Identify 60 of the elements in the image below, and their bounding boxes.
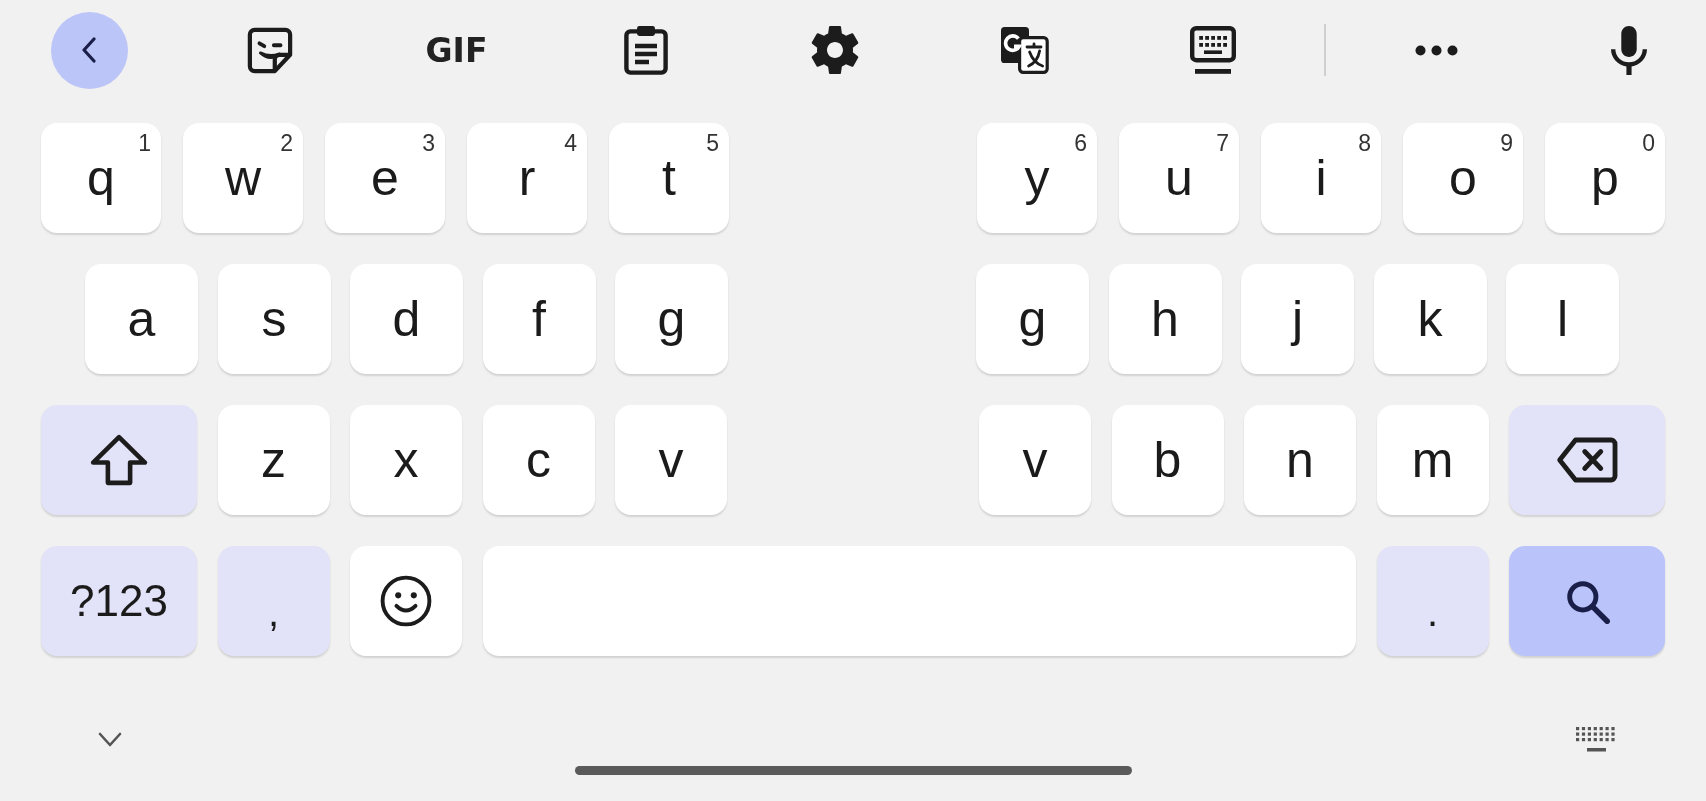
number-hint: 3 bbox=[422, 132, 435, 155]
letter-key[interactable]: w 2 bbox=[183, 123, 303, 233]
number-hint: 4 bbox=[564, 132, 577, 155]
gif-button[interactable]: GIF bbox=[425, 33, 488, 67]
punctuation-key[interactable]: , bbox=[217, 546, 330, 656]
letter-key[interactable]: y 6 bbox=[977, 123, 1097, 233]
letter-key[interactable]: v bbox=[979, 405, 1091, 515]
shift-key[interactable] bbox=[41, 405, 197, 515]
letter-key[interactable]: f bbox=[482, 264, 596, 374]
letter-key[interactable]: k bbox=[1373, 264, 1487, 374]
search-key[interactable] bbox=[1509, 546, 1665, 656]
translate-icon[interactable] bbox=[999, 26, 1049, 74]
number-hint: 5 bbox=[706, 132, 719, 155]
letter-key[interactable]: x bbox=[350, 405, 462, 515]
letter-key[interactable]: j bbox=[1241, 264, 1354, 374]
punctuation-key[interactable]: . bbox=[1376, 546, 1489, 656]
number-hint: 7 bbox=[1216, 132, 1229, 155]
number-hint: 2 bbox=[280, 132, 293, 155]
search-icon bbox=[1564, 578, 1610, 624]
chevron-left-icon bbox=[81, 37, 97, 63]
keyboard-icon[interactable] bbox=[1576, 727, 1617, 752]
smiley-icon bbox=[380, 575, 432, 627]
letter-key[interactable]: d bbox=[350, 264, 463, 374]
letter-key[interactable]: n bbox=[1244, 405, 1356, 515]
number-hint: 9 bbox=[1500, 132, 1513, 155]
sticker-icon[interactable] bbox=[247, 26, 293, 74]
number-hint: 6 bbox=[1074, 132, 1087, 155]
letter-key[interactable]: a bbox=[85, 264, 198, 374]
backspace-key[interactable] bbox=[1509, 405, 1665, 515]
letter-key[interactable]: p 0 bbox=[1545, 123, 1665, 233]
number-hint: 1 bbox=[138, 132, 151, 155]
chevron-down-icon[interactable] bbox=[98, 731, 122, 748]
more-icon[interactable] bbox=[1414, 44, 1458, 56]
clipboard-icon[interactable] bbox=[623, 25, 668, 75]
letter-key[interactable]: i 8 bbox=[1261, 123, 1381, 233]
backspace-icon bbox=[1556, 437, 1618, 483]
letter-key[interactable]: b bbox=[1111, 405, 1224, 515]
symbols-key[interactable]: ?123 bbox=[41, 546, 197, 656]
number-hint: 8 bbox=[1358, 132, 1371, 155]
emoji-key[interactable] bbox=[350, 546, 462, 656]
letter-key[interactable]: r 4 bbox=[467, 123, 587, 233]
letter-key[interactable]: g bbox=[976, 264, 1089, 374]
letter-key[interactable]: s bbox=[217, 264, 331, 374]
shift-arrow-icon bbox=[90, 434, 148, 486]
letter-key[interactable]: e 3 bbox=[325, 123, 445, 233]
letter-key[interactable]: h bbox=[1108, 264, 1222, 374]
letter-key[interactable]: l bbox=[1506, 264, 1619, 374]
letter-key[interactable]: m bbox=[1376, 405, 1489, 515]
settings-icon[interactable] bbox=[811, 26, 859, 74]
microphone-icon[interactable] bbox=[1611, 25, 1647, 75]
letter-key[interactable]: g bbox=[615, 264, 728, 374]
number-hint: 0 bbox=[1642, 132, 1655, 155]
letter-key[interactable]: z bbox=[217, 405, 330, 515]
keyboard-icon[interactable] bbox=[1190, 25, 1236, 75]
letter-key[interactable]: t 5 bbox=[609, 123, 729, 233]
letter-key[interactable]: u 7 bbox=[1119, 123, 1239, 233]
letter-key[interactable]: c bbox=[482, 405, 595, 515]
letter-key[interactable]: q 1 bbox=[41, 123, 161, 233]
letter-key[interactable]: v bbox=[615, 405, 727, 515]
letter-key[interactable]: o 9 bbox=[1403, 123, 1523, 233]
